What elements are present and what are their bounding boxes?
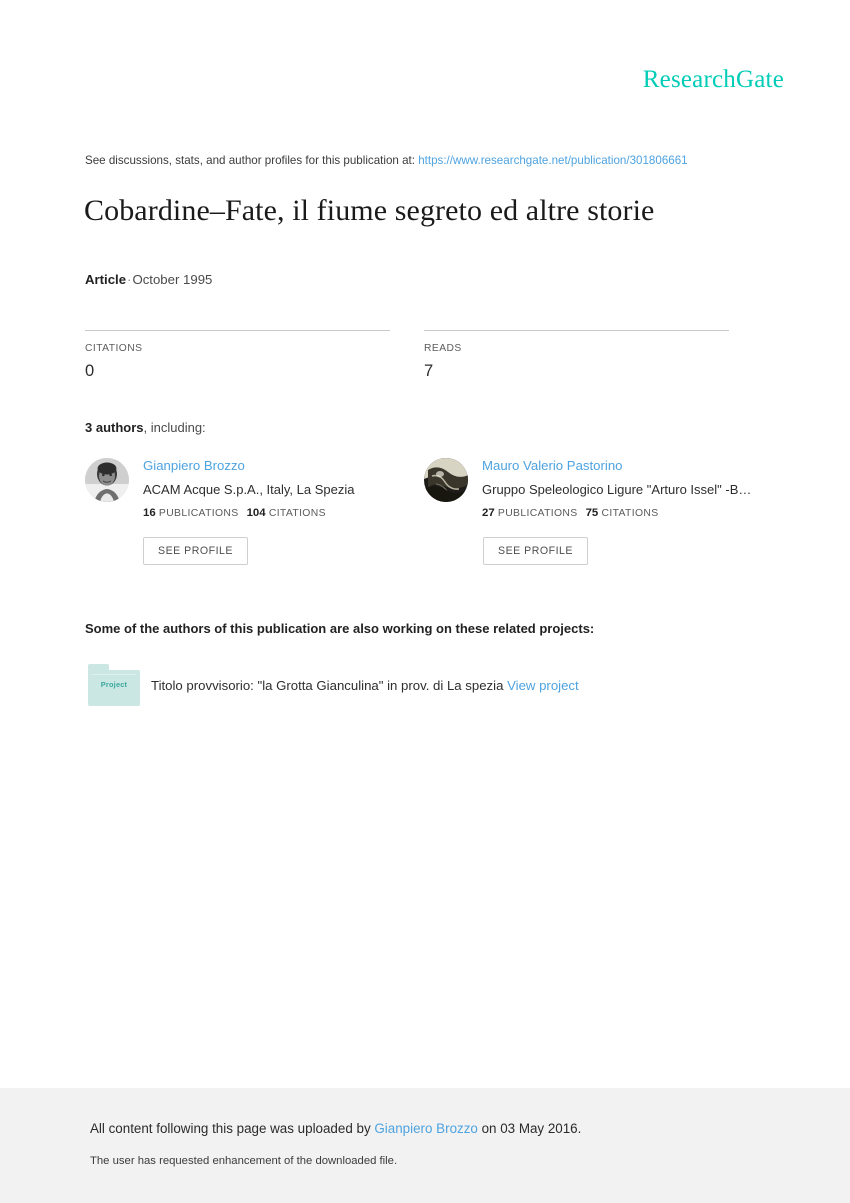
stat-value: 0 (85, 362, 95, 380)
stat-value: 7 (424, 362, 434, 380)
citations-count: 104 (246, 506, 266, 519)
folder-label: Project (100, 680, 128, 689)
stat-divider (424, 330, 729, 331)
author-metrics: 16 PUBLICATIONS 104 CITATIONS (143, 507, 430, 519)
uploader-link[interactable]: Gianpiero Brozzo (374, 1121, 477, 1136)
author-name-link[interactable]: Gianpiero Brozzo (143, 458, 430, 475)
discussions-line: See discussions, stats, and author profi… (85, 154, 688, 167)
stat-divider (85, 330, 390, 331)
citations-count: 75 (585, 506, 599, 519)
author-metrics: 27 PUBLICATIONS 75 CITATIONS (482, 507, 769, 519)
publications-count: 16 (143, 506, 156, 519)
author-photo-icon (424, 458, 468, 502)
publication-page: ResearchGate See discussions, stats, and… (0, 0, 850, 1088)
discussions-prefix: See discussions, stats, and author profi… (85, 154, 415, 167)
authors-heading: 3 authors, including: (85, 420, 206, 435)
author-card: Gianpiero Brozzo ACAM Acque S.p.A., Ital… (85, 458, 430, 519)
publications-label: PUBLICATIONS (497, 507, 578, 519)
page-footer: All content following this page was uplo… (0, 1088, 850, 1203)
project-title: Titolo provvisorio: "la Grotta Gianculin… (151, 678, 504, 693)
upload-info: All content following this page was uplo… (90, 1121, 581, 1136)
page-title: Cobardine–Fate, il fiume segreto ed altr… (84, 194, 655, 227)
authors-count: 3 authors (85, 420, 144, 435)
citations-label: CITATIONS (268, 507, 326, 519)
author-info: Mauro Valerio Pastorino Gruppo Speleolog… (482, 458, 769, 519)
publications-label: PUBLICATIONS (158, 507, 239, 519)
author-photo-icon (85, 458, 129, 502)
project-folder-icon: Project (88, 664, 140, 706)
article-type: Article (85, 272, 127, 287)
author-affiliation: Gruppo Speleologico Ligure "Arturo Issel… (482, 481, 752, 497)
project-item: Project Titolo provvisorio: "la Grotta G… (88, 664, 728, 706)
publication-url-link[interactable]: https://www.researchgate.net/publication… (418, 154, 687, 167)
view-project-link[interactable]: View project (507, 678, 579, 693)
article-date: October 1995 (132, 272, 213, 287)
avatar[interactable] (85, 458, 129, 502)
stat-label: READS (424, 343, 462, 354)
citations-label: CITATIONS (601, 507, 659, 519)
see-profile-button[interactable]: SEE PROFILE (143, 537, 248, 565)
publications-count: 27 (482, 506, 495, 519)
author-name-link[interactable]: Mauro Valerio Pastorino (482, 458, 769, 475)
author-info: Gianpiero Brozzo ACAM Acque S.p.A., Ital… (143, 458, 430, 519)
see-profile-button[interactable]: SEE PROFILE (483, 537, 588, 565)
project-text: Titolo provvisorio: "la Grotta Gianculin… (151, 678, 579, 693)
article-meta: Article·October 1995 (85, 272, 212, 287)
researchgate-logo[interactable]: ResearchGate (643, 66, 784, 94)
stat-citations: CITATIONS 0 (85, 330, 390, 381)
stat-reads: READS 7 (424, 330, 729, 381)
author-affiliation: ACAM Acque S.p.A., Italy, La Spezia (143, 481, 355, 497)
upload-prefix: All content following this page was uplo… (90, 1121, 371, 1136)
stat-label: CITATIONS (85, 343, 143, 354)
avatar[interactable] (424, 458, 468, 502)
upload-suffix: on 03 May 2016. (481, 1121, 582, 1136)
authors-suffix: , including: (143, 420, 206, 435)
enhancement-note: The user has requested enhancement of th… (90, 1155, 398, 1167)
related-projects-heading: Some of the authors of this publication … (85, 621, 595, 636)
author-card: Mauro Valerio Pastorino Gruppo Speleolog… (424, 458, 769, 519)
